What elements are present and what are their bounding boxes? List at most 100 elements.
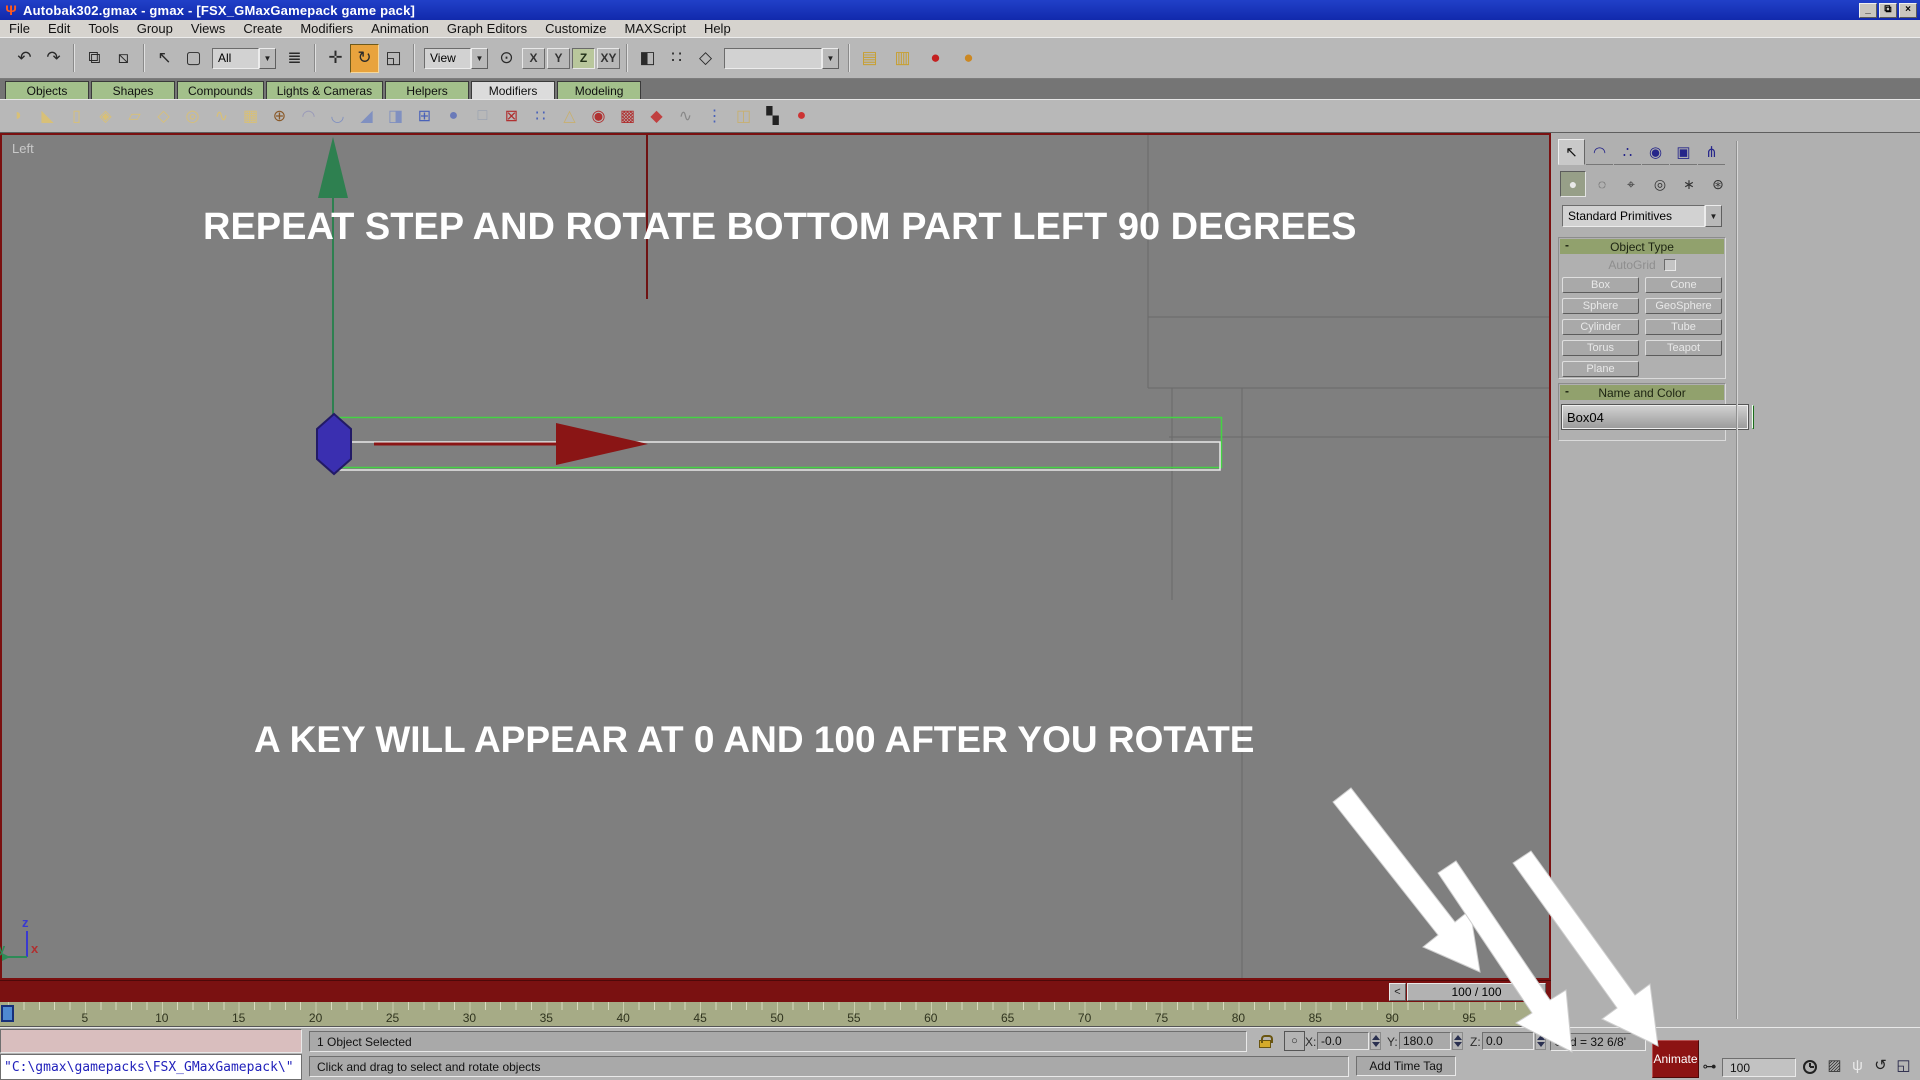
- time-configuration-button[interactable]: [1801, 1058, 1819, 1076]
- redo-icon[interactable]: ↷: [39, 44, 68, 73]
- menu-item[interactable]: Group: [128, 20, 182, 37]
- toolbar-tab[interactable]: Compounds: [177, 81, 264, 99]
- checker-modifier-icon[interactable]: ◫: [731, 103, 756, 129]
- track-view-icon[interactable]: ▤: [855, 44, 884, 73]
- selection-filter-dropdown[interactable]: All ▼: [212, 48, 276, 69]
- previous-key-button[interactable]: <: [1389, 983, 1406, 1001]
- absolute-mode-toggle[interactable]: ○: [1284, 1031, 1305, 1051]
- menu-item[interactable]: Create: [234, 20, 291, 37]
- autogrid-checkbox[interactable]: [1664, 259, 1676, 271]
- uvw-checker-modifier-icon[interactable]: ▚: [760, 103, 785, 129]
- schematic-view-icon[interactable]: ▥: [888, 44, 917, 73]
- select-by-name-icon[interactable]: ≣: [280, 44, 309, 73]
- menu-item[interactable]: MAXScript: [616, 20, 695, 37]
- lathe-modifier-icon[interactable]: ◨: [383, 103, 408, 129]
- toolbar-tab[interactable]: Shapes: [91, 81, 175, 99]
- current-frame-field[interactable]: 100: [1722, 1058, 1796, 1077]
- menu-item[interactable]: Graph Editors: [438, 20, 536, 37]
- select-object-icon[interactable]: ↖: [150, 44, 179, 73]
- menu-item[interactable]: Help: [695, 20, 740, 37]
- uvw-map-modifier-icon[interactable]: ⊞: [412, 103, 437, 129]
- smooth-modifier-icon[interactable]: ◠: [296, 103, 321, 129]
- min-max-toggle-icon[interactable]: ◱: [1893, 1055, 1914, 1075]
- box-button[interactable]: Box: [1562, 277, 1639, 293]
- toolbar-tab[interactable]: Objects: [5, 81, 89, 99]
- menu-item[interactable]: Customize: [536, 20, 615, 37]
- menu-item[interactable]: Edit: [39, 20, 79, 37]
- menu-item[interactable]: Modifiers: [291, 20, 362, 37]
- selection-region-icon[interactable]: ▢: [179, 44, 208, 73]
- unlink-selection-icon[interactable]: ⧅: [109, 44, 138, 73]
- time-slider-track[interactable]: < 100 / 100: [0, 980, 1551, 1002]
- material-editor-icon[interactable]: ●: [954, 44, 983, 73]
- dropdown-arrow-icon[interactable]: ▼: [471, 48, 488, 69]
- meshsmooth-modifier-icon[interactable]: ◡: [325, 103, 350, 129]
- name-and-color-rollout-header[interactable]: - Name and Color: [1560, 385, 1724, 400]
- field-of-view-icon[interactable]: ▨: [1824, 1055, 1845, 1075]
- x-axis-arrow[interactable]: [556, 423, 648, 465]
- stretch-modifier-icon[interactable]: ◇: [151, 103, 176, 129]
- cylinder-button[interactable]: Cylinder: [1562, 319, 1639, 335]
- maxscript-mini-listener-output[interactable]: [0, 1029, 302, 1053]
- xform-modifier-icon[interactable]: ⊕: [267, 103, 292, 129]
- mesh-select-modifier-icon[interactable]: ⋮: [702, 103, 727, 129]
- pivot-hexagon[interactable]: [317, 414, 351, 474]
- material-id-modifier-icon[interactable]: ●: [789, 103, 814, 129]
- add-time-tag-button[interactable]: Add Time Tag: [1356, 1056, 1456, 1076]
- edit-mesh-modifier-icon[interactable]: ∷: [528, 103, 553, 129]
- restrict-y-button[interactable]: Y: [547, 48, 570, 69]
- minimize-button[interactable]: _: [1859, 3, 1877, 18]
- bend-modifier-icon[interactable]: ◗: [6, 103, 31, 129]
- systems-button[interactable]: ⊛: [1705, 171, 1731, 197]
- teapot-button[interactable]: Teapot: [1645, 340, 1722, 356]
- restrict-z-button[interactable]: Z: [572, 48, 595, 69]
- noise-modifier-icon[interactable]: ◈: [93, 103, 118, 129]
- key-mode-icon[interactable]: ⊶: [1700, 1057, 1719, 1076]
- timeline-ruler[interactable]: 0510152025303540455055606570758085909510…: [0, 1002, 1548, 1027]
- maxscript-mini-listener-input[interactable]: "C:\gmax\gamepacks\FSX_GMaxGamepack\": [0, 1054, 302, 1080]
- category-dropdown[interactable]: Standard Primitives ▼: [1562, 205, 1722, 227]
- tube-button[interactable]: Tube: [1645, 319, 1722, 335]
- modify-tab[interactable]: ◠: [1586, 139, 1613, 165]
- select-and-move-icon[interactable]: ✛: [321, 44, 350, 73]
- arc-rotate-icon[interactable]: ↺: [1870, 1055, 1891, 1075]
- ffd-box-modifier-icon[interactable]: ◆: [644, 103, 669, 129]
- lattice-modifier-icon[interactable]: ▦: [238, 103, 263, 129]
- close-button[interactable]: ×: [1899, 3, 1917, 18]
- select-and-scale-icon[interactable]: ◱: [379, 44, 408, 73]
- motion-tab[interactable]: ◉: [1642, 139, 1669, 165]
- lights-button[interactable]: ⌖: [1618, 171, 1644, 197]
- helpers-button[interactable]: ∗: [1676, 171, 1702, 197]
- x-coordinate-field[interactable]: -0.0: [1317, 1032, 1369, 1050]
- geometry-button[interactable]: ●: [1560, 171, 1586, 197]
- use-pivot-center-icon[interactable]: ⊙: [492, 44, 521, 73]
- menu-item[interactable]: Views: [182, 20, 234, 37]
- array-icon[interactable]: ∷: [662, 44, 691, 73]
- hierarchy-tab[interactable]: ∴: [1614, 139, 1641, 165]
- selection-lock-toggle[interactable]: [1254, 1031, 1276, 1051]
- plane-button[interactable]: Plane: [1562, 361, 1639, 377]
- box-object-outline[interactable]: [336, 442, 1220, 470]
- taper-modifier-icon[interactable]: ◣: [35, 103, 60, 129]
- display-tab[interactable]: ▣: [1670, 139, 1697, 165]
- object-name-field[interactable]: [1562, 405, 1748, 429]
- dropdown-arrow-icon[interactable]: ▼: [822, 48, 839, 69]
- undo-icon[interactable]: ↶: [10, 44, 39, 73]
- toolbar-tab[interactable]: Modeling: [557, 81, 641, 99]
- toolbar-tab[interactable]: Helpers: [385, 81, 469, 99]
- cameras-button[interactable]: ◎: [1647, 171, 1673, 197]
- restore-button[interactable]: ⧉: [1879, 3, 1897, 18]
- geosphere-button[interactable]: GeoSphere: [1645, 298, 1722, 314]
- cylinder-modifier-icon[interactable]: □: [470, 103, 495, 129]
- y-spinner[interactable]: [1452, 1032, 1463, 1050]
- sphere-modifier-icon[interactable]: ●: [441, 103, 466, 129]
- ripple-modifier-icon[interactable]: ◎: [180, 103, 205, 129]
- render-icon[interactable]: ●: [921, 44, 950, 73]
- twist-modifier-icon[interactable]: ▯: [64, 103, 89, 129]
- menu-item[interactable]: Animation: [362, 20, 438, 37]
- cone-button[interactable]: Cone: [1645, 277, 1722, 293]
- mirror-icon[interactable]: ◧: [633, 44, 662, 73]
- lattice2-modifier-icon[interactable]: ◉: [586, 103, 611, 129]
- x-spinner[interactable]: [1370, 1032, 1381, 1050]
- wave-modifier-icon[interactable]: ∿: [209, 103, 234, 129]
